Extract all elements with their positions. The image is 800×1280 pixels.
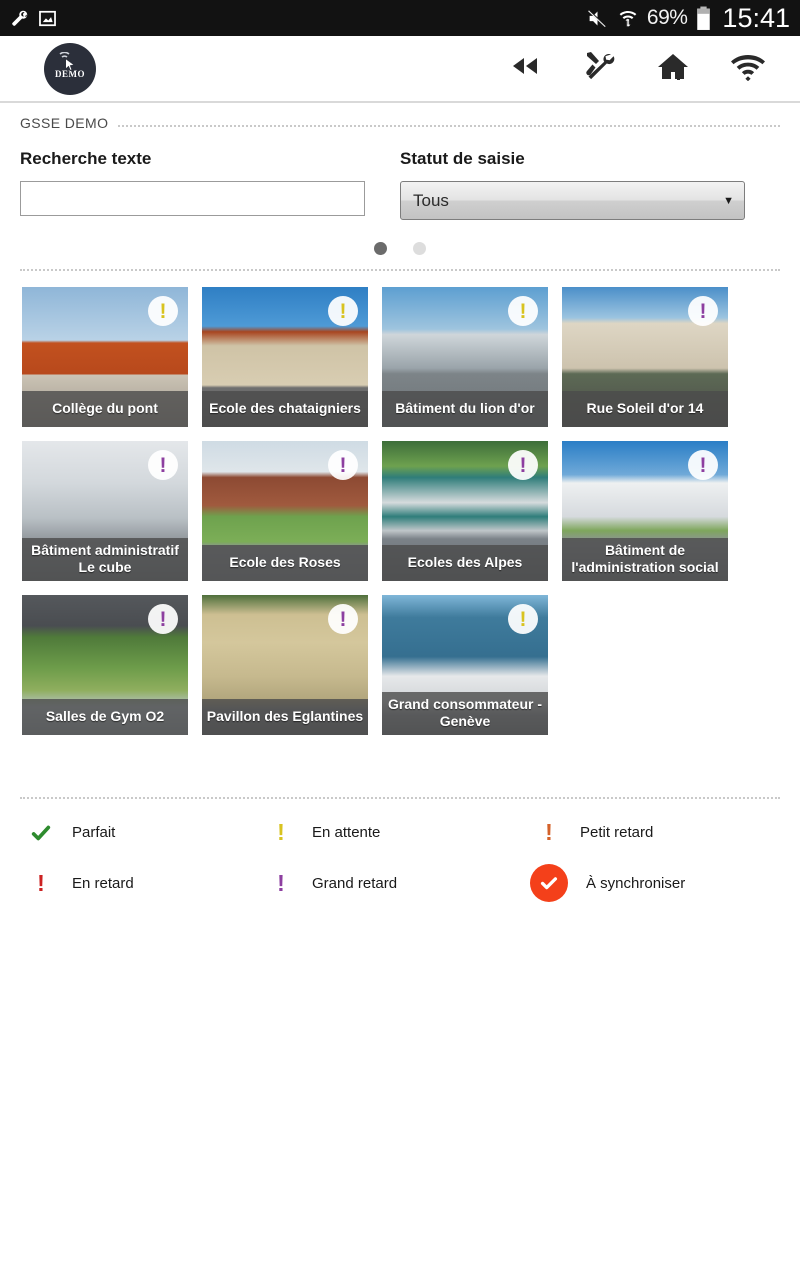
building-card[interactable]: ! Salles de Gym O2: [22, 595, 188, 735]
legend-label: À synchroniser: [586, 874, 686, 892]
status-badge: !: [328, 450, 358, 480]
rewind-icon[interactable]: [508, 51, 542, 86]
status-bar-right-icons: 69% 15:41: [586, 3, 790, 34]
card-caption-bar: Pavillon des Eglantines: [202, 699, 368, 735]
app-toolbar: DEMO: [0, 36, 800, 103]
building-card[interactable]: ! Rue Soleil d'or 14: [562, 287, 728, 427]
chevron-down-icon: ▼: [723, 194, 734, 207]
building-card[interactable]: ! Bâtiment de l'administration social: [562, 441, 728, 581]
sync-check-icon: [530, 864, 568, 902]
building-name: Bâtiment administratif Le cube: [31, 542, 179, 575]
legend-label: En attente: [312, 824, 381, 841]
building-card[interactable]: ! Collège du pont: [22, 287, 188, 427]
legend-item: ! En attente: [268, 821, 536, 844]
status-select-value: Tous: [413, 190, 449, 210]
card-caption-bar: Bâtiment administratif Le cube: [22, 538, 188, 581]
panel-header: GSSE DEMO: [20, 103, 780, 137]
home-icon[interactable]: [656, 51, 690, 87]
legend-item: ! Grand retard: [268, 864, 536, 902]
filter-panel: GSSE DEMO Recherche texte Statut de sais…: [0, 103, 800, 269]
legend-item: À synchroniser: [530, 864, 800, 902]
battery-icon: [696, 6, 711, 31]
card-caption-bar: Ecoles des Alpes: [382, 545, 548, 581]
building-name: Pavillon des Eglantines: [206, 708, 364, 724]
building-name: Grand consommateur - Genève: [387, 696, 543, 729]
header-divider: [118, 124, 780, 127]
exclamation-icon: !: [37, 869, 45, 896]
search-field-group: Recherche texte: [20, 149, 400, 220]
panel-title: GSSE DEMO: [20, 115, 109, 131]
status-badge: !: [688, 450, 718, 480]
card-caption-bar: Salles de Gym O2: [22, 699, 188, 735]
building-name: Ecole des chataigniers: [209, 400, 361, 416]
status-badge: !: [148, 604, 178, 634]
legend-item: ! En retard: [28, 864, 268, 902]
building-card[interactable]: ! Pavillon des Eglantines: [202, 595, 368, 735]
wifi-icon[interactable]: [730, 51, 766, 86]
card-caption-bar: Collège du pont: [22, 391, 188, 427]
legend-label: En retard: [72, 874, 134, 892]
tools-icon[interactable]: [582, 49, 616, 88]
legend-label: Parfait: [72, 824, 116, 841]
building-name: Bâtiment de l'administration social: [571, 542, 719, 575]
status-badge: !: [508, 296, 538, 326]
building-name: Rue Soleil d'or 14: [586, 400, 704, 416]
exclamation-icon: !: [277, 869, 285, 896]
legend-label: Petit retard: [580, 824, 654, 841]
search-label: Recherche texte: [20, 149, 152, 168]
mute-icon: [586, 8, 609, 29]
android-status-bar: 69% 15:41: [0, 0, 800, 36]
status-bar-left-icons: [10, 9, 57, 28]
cursor-touch-icon: [56, 51, 82, 81]
app-logo[interactable]: DEMO: [44, 42, 96, 95]
card-caption-bar: Bâtiment du lion d'or: [382, 391, 548, 427]
card-caption-bar: Bâtiment de l'administration social: [562, 538, 728, 581]
card-caption-bar: Grand consommateur - Genève: [382, 692, 548, 735]
status-select[interactable]: Tous ▼: [400, 181, 745, 220]
card-caption-bar: Ecole des chataigniers: [202, 391, 368, 427]
filter-row: Recherche texte Statut de saisie Tous ▼: [20, 137, 780, 220]
building-name: Salles de Gym O2: [45, 708, 165, 724]
wrench-icon: [10, 9, 29, 28]
building-name: Bâtiment du lion d'or: [395, 400, 535, 416]
page-dot-2[interactable]: [413, 242, 426, 255]
legend-item: ! Petit retard: [536, 821, 800, 844]
battery-percent-label: 69%: [646, 6, 688, 29]
status-field-group: Statut de saisie Tous ▼: [400, 149, 780, 220]
building-name: Ecoles des Alpes: [407, 554, 523, 570]
page-dot-1[interactable]: [374, 242, 387, 255]
building-name: Collège du pont: [52, 400, 158, 416]
status-legend: Parfait! En attente! Petit retard! En retar…: [0, 799, 800, 902]
status-badge: !: [148, 450, 178, 480]
building-card[interactable]: ! Ecoles des Alpes: [382, 441, 548, 581]
status-label: Statut de saisie: [400, 149, 525, 168]
card-caption-bar: Ecole des Roses: [202, 545, 368, 581]
search-input[interactable]: [20, 181, 365, 216]
status-badge: !: [328, 604, 358, 634]
building-card[interactable]: ! Ecole des Roses: [202, 441, 368, 581]
status-badge: !: [508, 604, 538, 634]
building-card[interactable]: ! Bâtiment administratif Le cube: [22, 441, 188, 581]
status-bar-clock: 15:41: [722, 2, 790, 33]
status-badge: !: [688, 296, 718, 326]
check-icon: [28, 822, 54, 844]
wifi-transfer-icon: [618, 8, 638, 29]
building-card[interactable]: ! Ecole des chataigniers: [202, 287, 368, 427]
building-card-grid: ! Collège du pont! Ecole des chataigniers!…: [0, 271, 800, 735]
exclamation-icon: !: [545, 819, 553, 845]
status-badge: !: [328, 296, 358, 326]
status-badge: !: [508, 450, 538, 480]
building-name: Ecole des Roses: [229, 554, 341, 570]
page-indicator: [20, 220, 780, 269]
building-card[interactable]: ! Bâtiment du lion d'or: [382, 287, 548, 427]
card-caption-bar: Rue Soleil d'or 14: [562, 391, 728, 427]
legend-label: Grand retard: [312, 874, 398, 892]
building-card[interactable]: ! Grand consommateur - Genève: [382, 595, 548, 735]
exclamation-icon: !: [277, 819, 285, 845]
app-toolbar-actions: [508, 49, 766, 88]
screenshot-icon: [38, 9, 57, 28]
legend-item: Parfait: [28, 821, 268, 844]
status-badge: !: [148, 296, 178, 326]
